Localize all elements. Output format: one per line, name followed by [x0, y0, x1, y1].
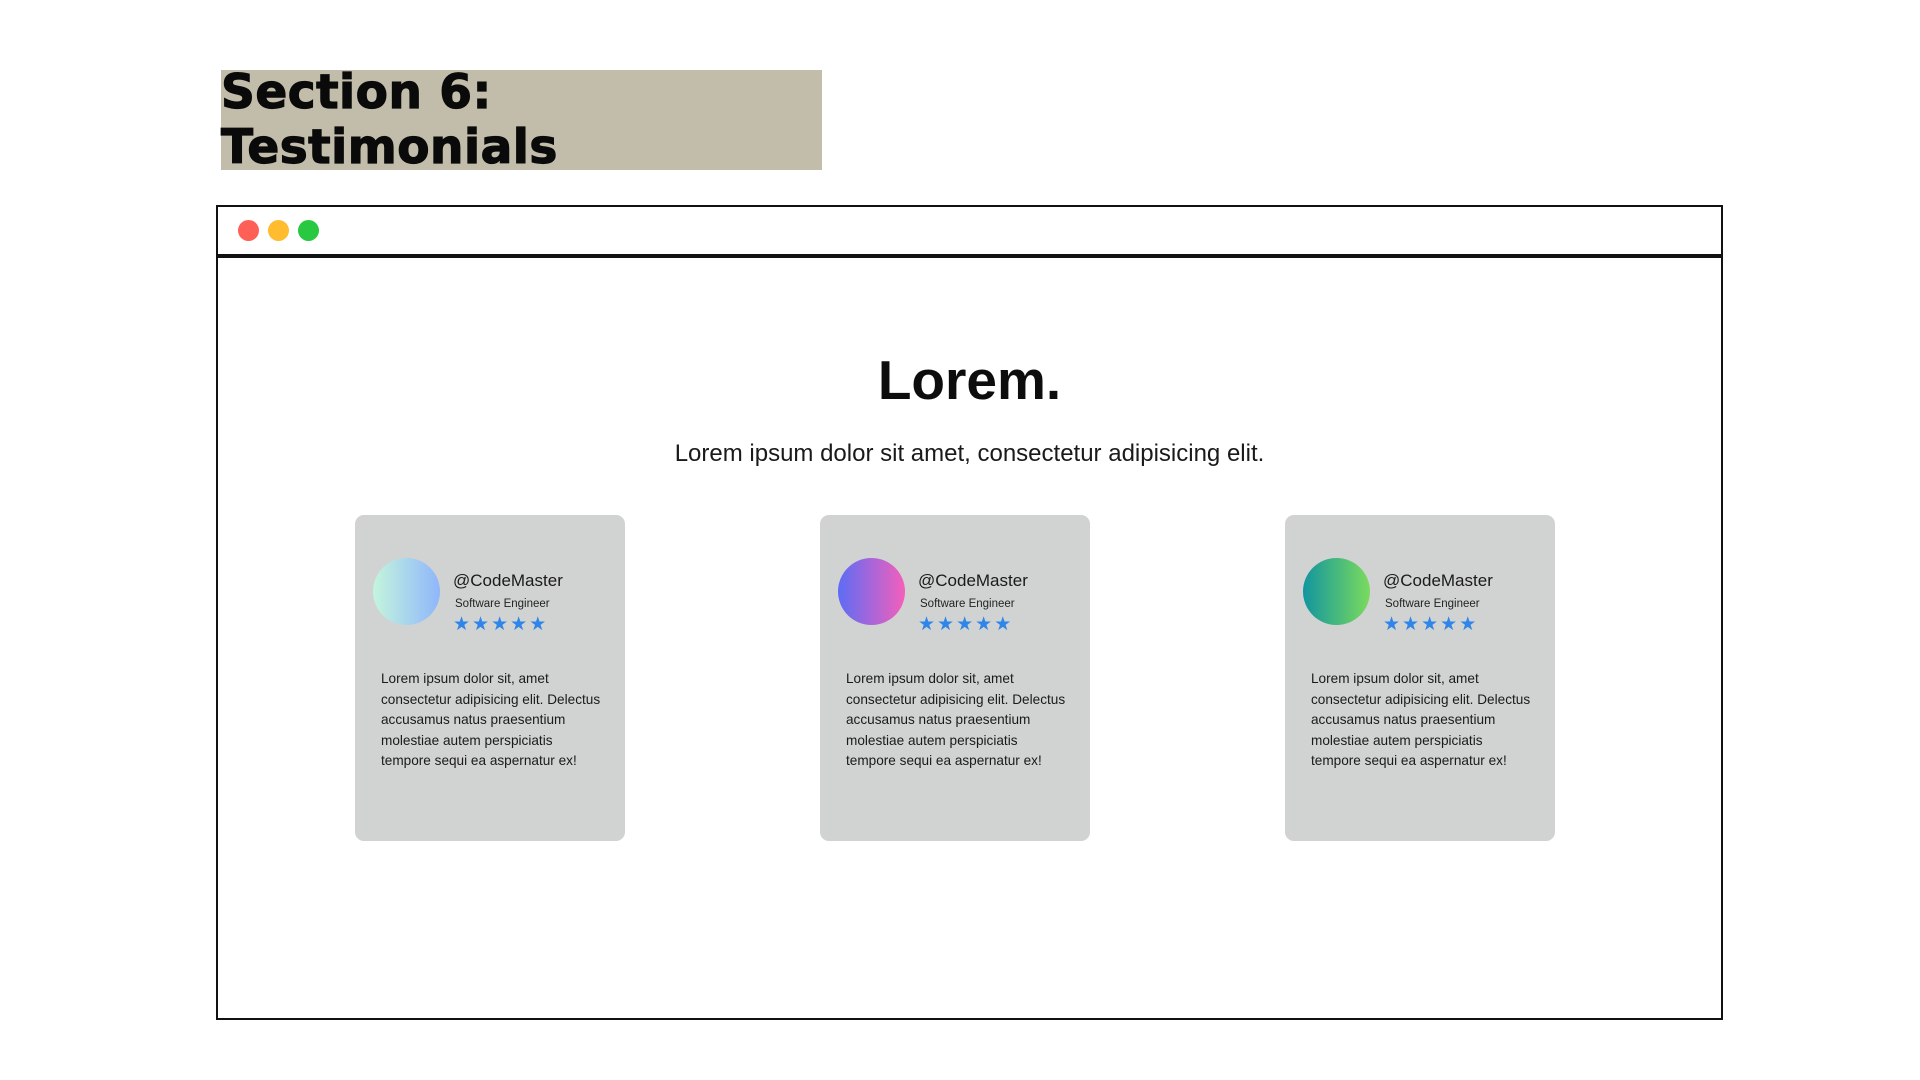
star-icon: ★	[937, 613, 955, 635]
user-handle: @CodeMaster	[1383, 571, 1493, 590]
minimize-dot[interactable]	[268, 220, 289, 241]
star-icon: ★	[1440, 613, 1458, 635]
section-label: Section 6: Testimonials	[220, 64, 822, 176]
testimonial-card: @CodeMaster Software Engineer ★ ★ ★ ★ ★ Lore…	[820, 515, 1090, 841]
star-rating: ★ ★ ★ ★ ★	[1383, 613, 1476, 635]
testimonial-card: @CodeMaster Software Engineer ★ ★ ★ ★ ★ Lore…	[355, 515, 625, 841]
star-rating: ★ ★ ★ ★ ★	[453, 613, 546, 635]
star-icon: ★	[453, 613, 471, 635]
testimonial-cards: @CodeMaster Software Engineer ★ ★ ★ ★ ★ Lore…	[355, 515, 1555, 841]
star-icon: ★	[1383, 613, 1401, 635]
star-icon: ★	[956, 613, 974, 635]
browser-window-mockup: Lorem. Lorem ipsum dolor sit amet, conse…	[216, 205, 1723, 1020]
close-dot[interactable]	[238, 220, 259, 241]
testimonial-text: Lorem ipsum dolor sit, amet consectetur …	[1311, 671, 1531, 768]
user-role: Software Engineer	[1385, 598, 1480, 610]
avatar	[373, 558, 440, 625]
avatar	[838, 558, 905, 625]
maximize-dot[interactable]	[298, 220, 319, 241]
user-handle: @CodeMaster	[918, 571, 1028, 590]
window-titlebar	[218, 207, 1721, 258]
section-title: Section 6: Testimonials	[220, 64, 558, 175]
star-icon: ★	[918, 613, 936, 635]
star-icon: ★	[994, 613, 1012, 635]
user-role: Software Engineer	[920, 598, 1015, 610]
page-content: Lorem. Lorem ipsum dolor sit amet, conse…	[218, 258, 1721, 1018]
star-icon: ★	[975, 613, 993, 635]
star-icon: ★	[1459, 613, 1477, 635]
user-role: Software Engineer	[455, 598, 550, 610]
page-title: Lorem.	[877, 349, 1062, 411]
star-icon: ★	[529, 613, 547, 635]
star-icon: ★	[1402, 613, 1420, 635]
testimonial-text: Lorem ipsum dolor sit, amet consectetur …	[846, 671, 1066, 768]
star-icon: ★	[510, 613, 528, 635]
star-icon: ★	[491, 613, 509, 635]
page-subtitle: Lorem ipsum dolor sit amet, consectetur …	[674, 440, 1265, 467]
avatar	[1303, 558, 1370, 625]
star-icon: ★	[472, 613, 490, 635]
user-handle: @CodeMaster	[453, 571, 563, 590]
testimonial-text: Lorem ipsum dolor sit, amet consectetur …	[381, 671, 601, 768]
star-rating: ★ ★ ★ ★ ★	[918, 613, 1011, 635]
testimonial-card: @CodeMaster Software Engineer ★ ★ ★ ★ ★ Lore…	[1285, 515, 1555, 841]
star-icon: ★	[1421, 613, 1439, 635]
